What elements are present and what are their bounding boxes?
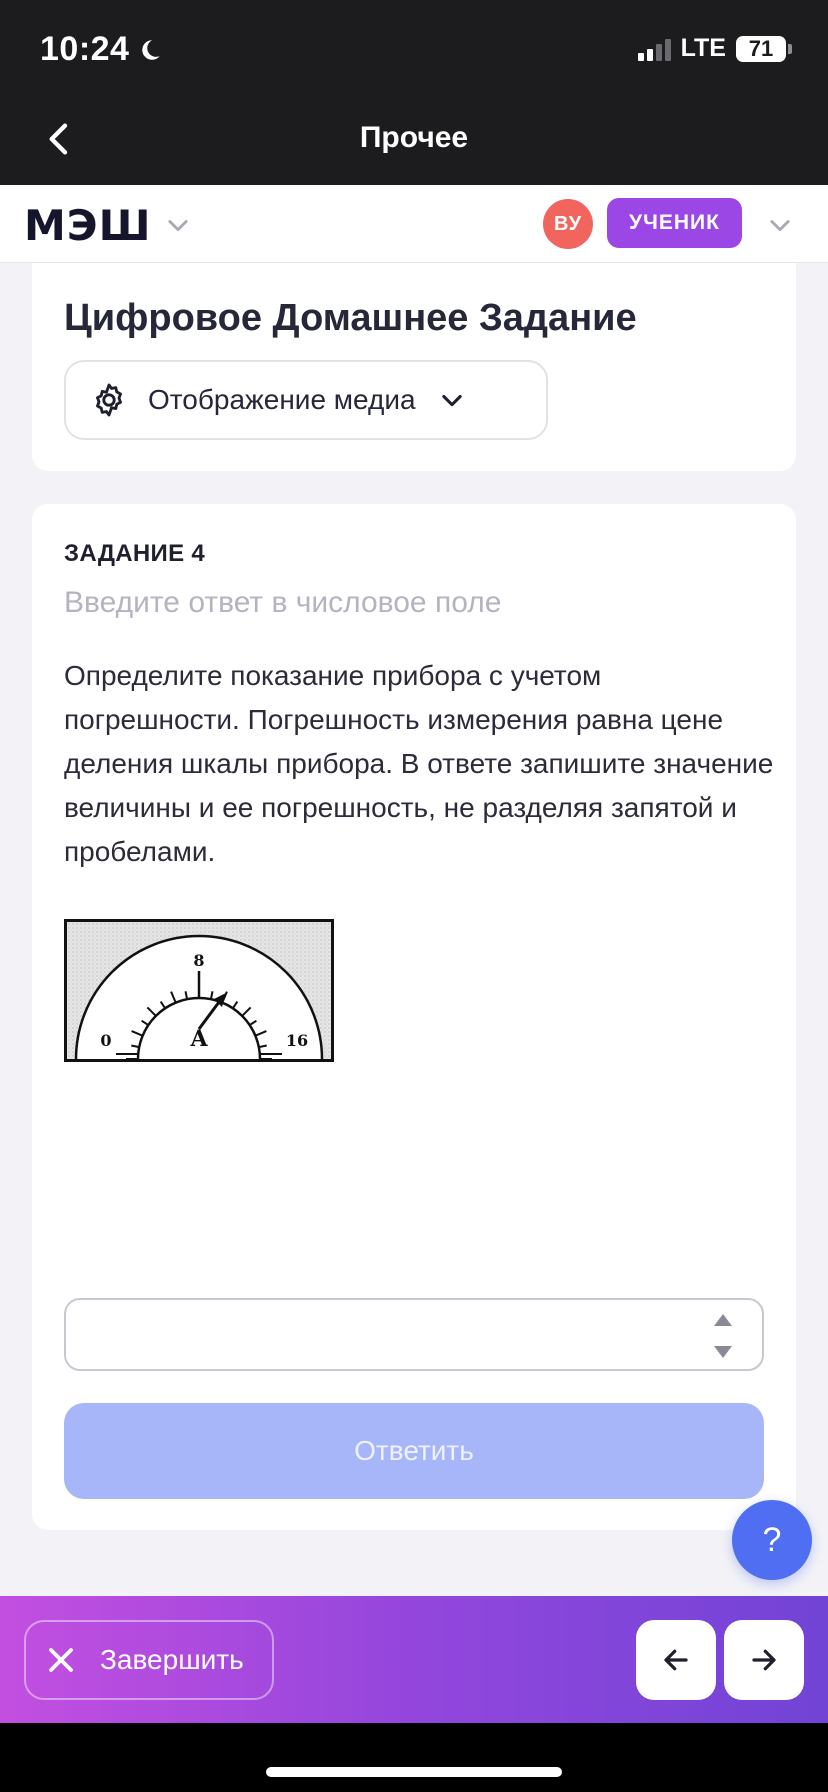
dial-label-max: 16 [286, 1031, 308, 1050]
homework-header-card: Цифровое Домашнее Задание Отображение ме… [32, 263, 796, 471]
media-display-label: Отображение медиа [148, 384, 416, 415]
network-label: LTE [680, 34, 726, 62]
nav-bar: Прочее [0, 95, 828, 185]
home-indicator-area [0, 1723, 828, 1792]
arrow-right-icon [752, 1649, 776, 1671]
finish-button[interactable]: Завершить [24, 1620, 274, 1700]
gear-icon [96, 383, 122, 417]
avatar[interactable]: ВУ [543, 199, 593, 249]
next-task-button[interactable] [724, 1620, 804, 1700]
app-logo[interactable]: МЭШ [24, 201, 152, 250]
status-indicators: LTE 71 [637, 34, 792, 63]
previous-task-button[interactable] [636, 1620, 716, 1700]
decrement-icon[interactable] [714, 1346, 732, 1358]
dial-label-min: 0 [100, 1031, 111, 1050]
task-number: ЗАДАНИЕ 4 [64, 540, 205, 567]
media-display-dropdown[interactable]: Отображение медиа [64, 360, 548, 440]
chevron-down-icon[interactable] [164, 211, 192, 239]
submit-answer-button[interactable]: Ответить [64, 1403, 764, 1499]
nav-title: Прочее [359, 121, 469, 154]
clock-text: 10:24 [40, 30, 130, 68]
home-indicator[interactable] [266, 1767, 562, 1777]
page-title: Цифровое Домашнее Задание [64, 297, 637, 339]
battery-icon: 71 [736, 35, 786, 62]
task-card: ЗАДАНИЕ 4 Введите ответ в числовое поле … [32, 504, 796, 1530]
moon-icon [142, 39, 161, 60]
ammeter-image: 8 0 16 A [64, 919, 334, 1062]
status-bar: 10:24 LTE 71 [0, 0, 828, 95]
close-icon [49, 1648, 73, 1672]
chevron-down-icon [441, 394, 462, 407]
app-header: МЭШ ВУ УЧЕНИК [0, 185, 828, 263]
task-hint: Введите ответ в числовое поле [64, 586, 502, 619]
status-time: 10:24 [40, 30, 163, 69]
help-button[interactable]: ? [732, 1500, 812, 1580]
answer-input[interactable] [64, 1298, 764, 1371]
task-text: Определите показание прибора с учетом по… [64, 660, 774, 867]
battery-level: 71 [748, 35, 774, 61]
finish-label: Завершить [100, 1644, 244, 1675]
number-stepper[interactable] [712, 1314, 734, 1358]
bottom-action-bar: Завершить [0, 1596, 828, 1723]
increment-icon[interactable] [714, 1314, 732, 1326]
signal-icon [637, 37, 671, 61]
arrow-left-icon [664, 1649, 688, 1671]
dial-unit-letter: A [189, 1026, 208, 1052]
role-badge[interactable]: УЧЕНИК [607, 198, 742, 248]
dial-label-mid: 8 [193, 951, 204, 970]
chevron-down-icon[interactable] [766, 211, 794, 239]
